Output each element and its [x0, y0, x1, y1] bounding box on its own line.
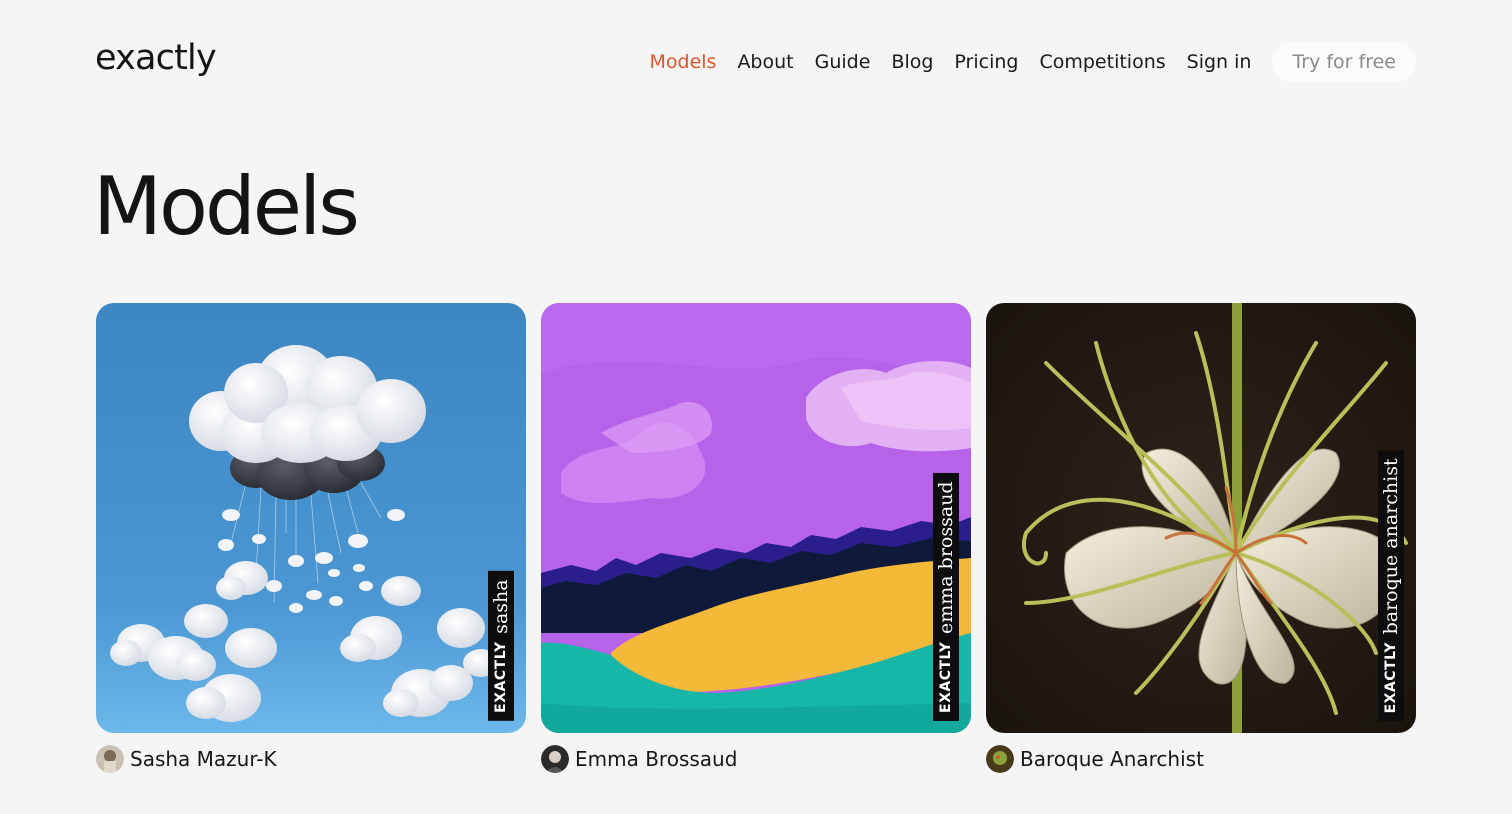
main-nav: Models About Guide Blog Pricing Competit…: [628, 42, 1416, 82]
nav-competitions[interactable]: Competitions: [1039, 51, 1165, 73]
model-artwork-lily[interactable]: EXACTLY baroque anarchist: [986, 303, 1416, 733]
author-name[interactable]: Sasha Mazur-K: [130, 747, 277, 771]
avatar: [541, 745, 569, 773]
tag-name: baroque anarchist: [1380, 457, 1402, 634]
tag-brand: EXACTLY: [938, 641, 954, 713]
tag-name: emma brossaud: [935, 481, 957, 634]
avatar: [96, 745, 124, 773]
nav-blog[interactable]: Blog: [891, 51, 933, 73]
nav-about[interactable]: About: [737, 51, 793, 73]
tag-name: sasha: [490, 579, 512, 634]
nav-pricing[interactable]: Pricing: [954, 51, 1018, 73]
model-card-emma-brossaud[interactable]: EXACTLY emma brossaud Emma Brossaud: [541, 303, 971, 773]
tag-brand: EXACTLY: [493, 641, 509, 713]
avatar: [986, 745, 1014, 773]
author-name[interactable]: Baroque Anarchist: [1020, 747, 1204, 771]
page-title: Models: [93, 160, 360, 253]
nav-guide[interactable]: Guide: [815, 51, 871, 73]
nav-sign-in[interactable]: Sign in: [1187, 51, 1252, 73]
model-artwork-landscape[interactable]: EXACTLY emma brossaud: [541, 303, 971, 733]
model-author[interactable]: Sasha Mazur-K: [96, 745, 526, 773]
author-name[interactable]: Emma Brossaud: [575, 747, 737, 771]
tag-brand: EXACTLY: [1383, 641, 1399, 713]
model-tag: EXACTLY sasha: [488, 571, 514, 721]
model-author[interactable]: Baroque Anarchist: [986, 745, 1416, 773]
model-card-sasha[interactable]: EXACTLY sasha Sasha Mazur-K: [96, 303, 526, 773]
model-author[interactable]: Emma Brossaud: [541, 745, 971, 773]
logo[interactable]: exactly: [95, 38, 217, 78]
model-artwork-clouds[interactable]: EXACTLY sasha: [96, 303, 526, 733]
model-card-baroque-anarchist[interactable]: EXACTLY baroque anarchist Baroque Anarch…: [986, 303, 1416, 773]
model-tag: EXACTLY emma brossaud: [933, 473, 959, 721]
model-tag: EXACTLY baroque anarchist: [1378, 449, 1404, 721]
try-for-free-button[interactable]: Try for free: [1272, 42, 1416, 82]
nav-models[interactable]: Models: [649, 51, 716, 73]
